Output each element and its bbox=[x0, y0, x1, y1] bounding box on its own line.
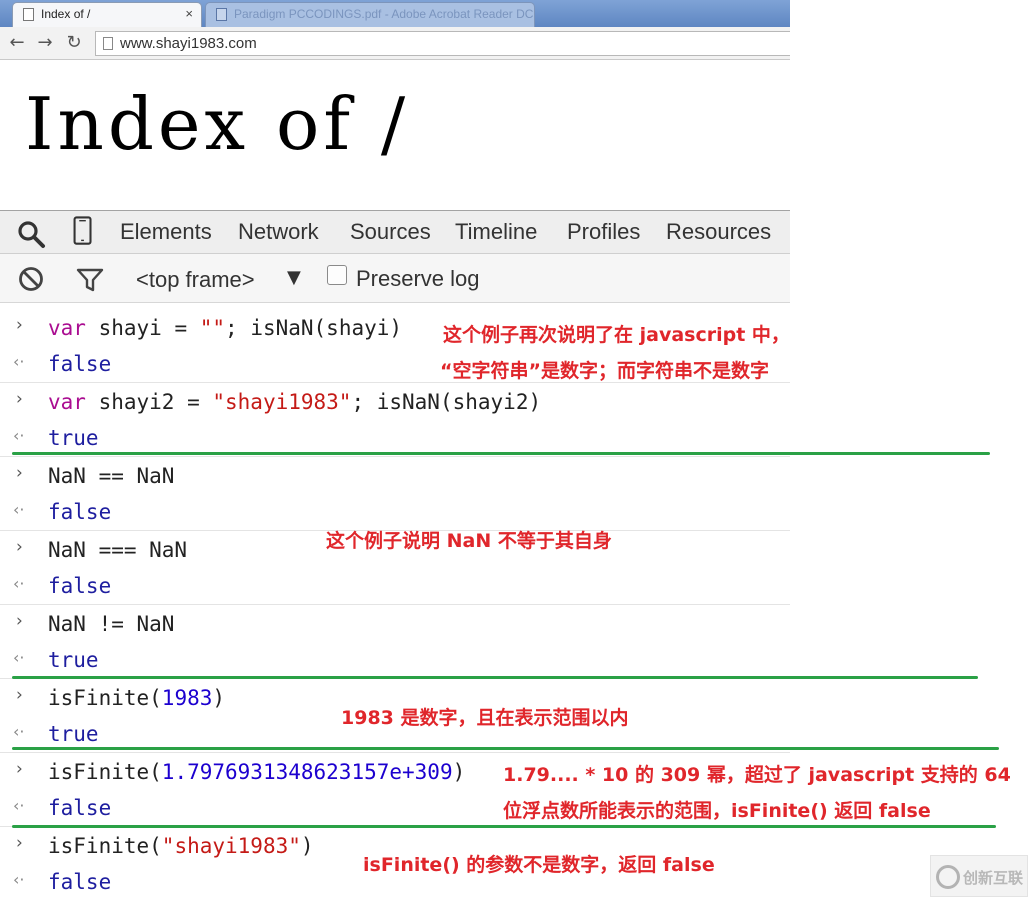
page-title: Index of / bbox=[25, 82, 410, 166]
code-text: isFinite( bbox=[48, 834, 162, 858]
code-string: "" bbox=[199, 316, 226, 340]
console-input[interactable]: isFinite(1.7976931348623157e+309) bbox=[48, 760, 465, 784]
console-input[interactable]: isFinite(1983) bbox=[48, 686, 225, 710]
console-result: false bbox=[48, 870, 112, 894]
prompt-icon: › bbox=[16, 315, 23, 335]
watermark-text: 创新互联 bbox=[963, 869, 1024, 887]
tab-elements[interactable]: Elements bbox=[120, 219, 212, 245]
console-input[interactable]: isFinite("shayi1983") bbox=[48, 834, 314, 858]
preserve-log-label: Preserve log bbox=[356, 266, 480, 291]
tab-network[interactable]: Network bbox=[238, 219, 319, 245]
code-number: 1983 bbox=[161, 686, 213, 710]
console-input-row: › NaN != NaN bbox=[0, 606, 790, 643]
code-text: isFinite( bbox=[48, 686, 162, 710]
back-icon[interactable]: ← bbox=[6, 32, 28, 54]
code-keyword: var bbox=[48, 316, 86, 340]
tab-title: Paradigm PCCODINGS.pdf - Adobe Acrobat R… bbox=[234, 7, 534, 21]
tab-profiles[interactable]: Profiles bbox=[567, 219, 640, 245]
code-number: 1.7976931348623157e+309 bbox=[161, 760, 453, 784]
devtools-tabbar: Elements Network Sources Timeline Profil… bbox=[0, 210, 790, 254]
annotation-note: 这个例子再次说明了在 javascript 中， bbox=[443, 324, 790, 346]
result-arrow-icon: ‹· bbox=[13, 796, 25, 815]
tab-strip: Index of / × Paradigm PCCODINGS.pdf - Ad… bbox=[0, 0, 790, 27]
console-result: false bbox=[48, 500, 112, 524]
prompt-icon: › bbox=[16, 611, 23, 631]
result-arrow-icon: ‹· bbox=[13, 352, 25, 371]
filter-icon[interactable] bbox=[76, 267, 104, 293]
console-result: false bbox=[48, 796, 112, 820]
code-string: "shayi1983" bbox=[161, 834, 301, 858]
console-result: true bbox=[48, 648, 99, 672]
forward-icon[interactable]: → bbox=[34, 32, 56, 54]
preserve-log-checkbox[interactable] bbox=[327, 265, 347, 285]
prompt-icon: › bbox=[16, 685, 23, 705]
tab-close-icon[interactable]: × bbox=[185, 6, 193, 21]
separator-line bbox=[12, 452, 990, 455]
tab-sources[interactable]: Sources bbox=[350, 219, 431, 245]
annotation-note: isFinite() 的参数不是数字，返回 false bbox=[363, 854, 715, 876]
console-input-row: › var shayi2 = "shayi1983"; isNaN(shayi2… bbox=[0, 384, 790, 421]
annotation-note: 这个例子说明 NaN 不等于其自身 bbox=[326, 530, 612, 552]
watermark-icon bbox=[936, 865, 960, 889]
url-text: www.shayi1983.com bbox=[120, 35, 257, 52]
console-input[interactable]: var shayi = ""; isNaN(shayi) bbox=[48, 316, 402, 340]
code-string: "shayi1983" bbox=[212, 390, 352, 414]
console-result: false bbox=[48, 574, 112, 598]
result-arrow-icon: ‹· bbox=[13, 722, 25, 741]
result-arrow-icon: ‹· bbox=[13, 574, 25, 593]
prompt-icon: › bbox=[16, 833, 23, 853]
code-text: ) bbox=[300, 834, 314, 858]
clear-console-icon[interactable] bbox=[18, 266, 44, 292]
console-input[interactable]: NaN == NaN bbox=[48, 464, 174, 488]
console-result-row: ‹· true bbox=[0, 642, 790, 679]
code-text: ) bbox=[212, 686, 226, 710]
address-bar[interactable]: www.shayi1983.com bbox=[95, 31, 790, 56]
prompt-icon: › bbox=[16, 389, 23, 409]
prompt-icon: › bbox=[16, 537, 23, 557]
tab-title: Index of / bbox=[41, 7, 91, 21]
browser-toolbar: ← → ↻ www.shayi1983.com bbox=[0, 27, 790, 60]
annotation-note: 位浮点数所能表示的范围，isFinite() 返回 false bbox=[503, 800, 931, 822]
result-arrow-icon: ‹· bbox=[13, 648, 25, 667]
console-input-row: › NaN == NaN bbox=[0, 458, 790, 495]
frame-select[interactable]: <top frame> bbox=[136, 267, 255, 293]
code-keyword: var bbox=[48, 390, 86, 414]
code-text: ; isNaN(shayi2) bbox=[351, 390, 542, 414]
pdf-favicon-icon bbox=[216, 8, 227, 21]
code-text: ) bbox=[452, 760, 466, 784]
page-icon bbox=[103, 37, 113, 50]
chevron-down-icon[interactable]: ▼ bbox=[287, 267, 301, 288]
console-result: true bbox=[48, 722, 99, 746]
separator-line bbox=[12, 676, 978, 679]
prompt-icon: › bbox=[16, 463, 23, 483]
device-mode-icon[interactable] bbox=[72, 216, 94, 246]
code-text: ; isNaN(shayi) bbox=[225, 316, 403, 340]
console-result: true bbox=[48, 426, 99, 450]
watermark-logo: 创新互联 bbox=[930, 855, 1028, 897]
code-text: shayi2 = bbox=[85, 390, 213, 414]
tab-resources[interactable]: Resources bbox=[666, 219, 771, 245]
tab-timeline[interactable]: Timeline bbox=[455, 219, 537, 245]
page-favicon-icon bbox=[23, 8, 34, 21]
code-text: shayi = bbox=[85, 316, 200, 340]
tab-index-of[interactable]: Index of / × bbox=[12, 2, 202, 27]
result-arrow-icon: ‹· bbox=[13, 426, 25, 445]
code-text: isFinite( bbox=[48, 760, 162, 784]
search-icon[interactable] bbox=[16, 219, 46, 249]
console-input[interactable]: NaN != NaN bbox=[48, 612, 174, 636]
tab-pdf[interactable]: Paradigm PCCODINGS.pdf - Adobe Acrobat R… bbox=[205, 2, 535, 27]
result-arrow-icon: ‹· bbox=[13, 870, 25, 889]
reload-icon[interactable]: ↻ bbox=[63, 32, 85, 54]
annotation-note: 1983 是数字，且在表示范围以内 bbox=[341, 707, 629, 729]
prompt-icon: › bbox=[16, 759, 23, 779]
result-arrow-icon: ‹· bbox=[13, 500, 25, 519]
separator-line bbox=[12, 747, 999, 750]
console-result: false bbox=[48, 352, 112, 376]
console-input[interactable]: NaN === NaN bbox=[48, 538, 187, 562]
console-input[interactable]: var shayi2 = "shayi1983"; isNaN(shayi2) bbox=[48, 390, 541, 414]
annotation-note: 1.79.... * 10 的 309 幂，超过了 javascript 支持的… bbox=[503, 764, 1011, 786]
separator-line bbox=[12, 825, 996, 828]
annotation-note: “空字符串”是数字；而字符串不是数字 bbox=[440, 360, 769, 382]
console-result-row: ‹· false bbox=[0, 568, 790, 605]
